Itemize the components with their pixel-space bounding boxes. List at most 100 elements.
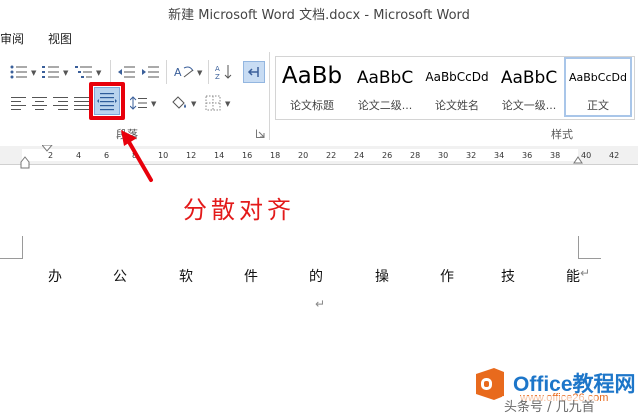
tab-view[interactable]: 视图	[48, 30, 72, 47]
ruler-tick: 38	[550, 151, 561, 160]
align-right-icon	[53, 97, 68, 110]
ruler-tick: 42	[609, 151, 620, 160]
increase-indent-button[interactable]	[140, 62, 162, 82]
borders-icon	[205, 95, 221, 111]
ruler-tick: 18	[270, 151, 281, 160]
numbering-icon	[42, 66, 59, 78]
ruler-tick: 10	[158, 151, 169, 160]
align-right-button[interactable]	[50, 93, 72, 113]
align-left-icon	[11, 97, 26, 110]
svg-text:A: A	[215, 65, 220, 73]
document-char: 软	[179, 269, 193, 285]
ruler-tick: 36	[522, 151, 533, 160]
style-name: 论文一级...	[501, 99, 557, 112]
style-sample: AaBbCcDd	[425, 70, 489, 84]
ruler-tick: 34	[494, 151, 505, 160]
document-char: 办	[48, 269, 62, 285]
justify-icon	[74, 97, 89, 110]
annotation-arrow	[121, 130, 153, 182]
left-indent-marker[interactable]	[20, 156, 32, 170]
ruler-tick: 26	[382, 151, 393, 160]
style-tile-lunwen-yiji[interactable]: AaBbC 论文一级...	[493, 57, 565, 117]
style-tile-lunwen-erji[interactable]: AaBbC 论文二级...	[349, 57, 421, 117]
multilevel-list-button[interactable]	[73, 62, 95, 82]
ruler-tick: 12	[186, 151, 197, 160]
document-char: 能	[566, 269, 580, 285]
ruler-tick: 16	[242, 151, 253, 160]
chinese-layout-button[interactable]: A	[172, 62, 196, 82]
style-sample: AaBb	[281, 63, 343, 89]
ruler-tick: 4	[76, 151, 82, 160]
decrease-indent-icon	[118, 66, 135, 78]
document-char: 的	[309, 269, 323, 285]
ruler-tick: 28	[410, 151, 421, 160]
chevron-down-icon[interactable]: ▼	[31, 69, 36, 77]
ribbon-tabs	[0, 24, 638, 48]
styles-gallery: AaBb 论文标题 AaBbC 论文二级... AaBbCcDd 论文姓名 Aa…	[275, 56, 635, 120]
chevron-down-icon[interactable]: ▼	[197, 69, 202, 77]
style-name: 论文姓名	[435, 99, 479, 112]
paragraph-dialog-launcher[interactable]	[255, 128, 265, 138]
ruler-tick: 32	[466, 151, 477, 160]
multilevel-list-icon	[75, 66, 92, 78]
decrease-indent-button[interactable]	[116, 62, 138, 82]
document-char: 技	[501, 269, 515, 285]
chevron-down-icon[interactable]: ▼	[96, 69, 101, 77]
divider	[208, 60, 209, 84]
style-tile-lunwen-xingming[interactable]: AaBbCcDd 论文姓名	[421, 57, 493, 117]
ruler-tick: 20	[298, 151, 309, 160]
style-name: 论文二级...	[357, 99, 413, 112]
page-corner-mark	[578, 236, 601, 259]
paragraph-mark: ↵	[580, 266, 591, 280]
ruler-tick: 40	[581, 151, 592, 160]
style-sample: AaBbC	[356, 68, 414, 88]
page-corner-mark	[0, 236, 23, 259]
style-tile-lunwen-biaoti[interactable]: AaBb 论文标题	[276, 57, 348, 117]
style-tile-zhengwen[interactable]: AaBbCcDd 正文	[564, 57, 632, 117]
chevron-down-icon[interactable]: ▼	[225, 100, 230, 108]
window-title: 新建 Microsoft Word 文档.docx - Microsoft Wo…	[168, 8, 470, 23]
ruler-tick: 22	[326, 151, 337, 160]
annotation-label: 分散对齐	[183, 196, 295, 224]
styles-group-label: 样式	[551, 128, 573, 141]
ruler-tick: 14	[214, 151, 225, 160]
borders-button[interactable]	[202, 93, 224, 113]
line-spacing-button[interactable]	[128, 93, 150, 113]
ruler-tick: 6	[104, 151, 110, 160]
divider	[166, 60, 167, 84]
ruler-tick: 24	[354, 151, 365, 160]
shading-button[interactable]	[168, 93, 190, 113]
svg-text:Z: Z	[215, 73, 220, 80]
style-sample: AaBbC	[500, 68, 558, 88]
chevron-down-icon[interactable]: ▼	[151, 100, 156, 108]
paint-bucket-icon	[172, 96, 186, 109]
bullets-button[interactable]	[8, 62, 30, 82]
dialog-launcher-icon	[255, 129, 264, 138]
watermark-source: 头条号 / 几九首	[502, 396, 597, 415]
style-name: 论文标题	[290, 99, 334, 112]
ruler-tick: 2	[48, 151, 54, 160]
show-marks-button[interactable]	[243, 61, 265, 83]
chevron-down-icon[interactable]: ▼	[63, 69, 68, 77]
increase-indent-icon	[142, 66, 159, 78]
tab-review[interactable]: 审阅	[0, 30, 24, 47]
numbering-button[interactable]	[40, 62, 62, 82]
align-center-icon	[32, 97, 47, 110]
chinese-layout-icon: A	[174, 66, 194, 79]
divider	[269, 52, 270, 140]
document-char: 操	[375, 269, 389, 285]
chevron-down-icon[interactable]: ▼	[191, 100, 196, 108]
svg-text:A: A	[174, 66, 182, 79]
style-name: 正文	[587, 99, 609, 112]
divider	[110, 60, 111, 84]
bullets-icon	[10, 65, 27, 79]
align-left-button[interactable]	[8, 93, 30, 113]
align-center-button[interactable]	[29, 93, 51, 113]
ruler-tick: 30	[438, 151, 449, 160]
style-sample: AaBbCcDd	[569, 71, 627, 84]
line-spacing-icon	[130, 96, 147, 110]
pilcrow-icon	[247, 67, 259, 77]
paragraph-mark: ↵	[315, 297, 326, 311]
document-char: 公	[113, 269, 127, 285]
sort-button[interactable]: AZ	[213, 62, 235, 82]
